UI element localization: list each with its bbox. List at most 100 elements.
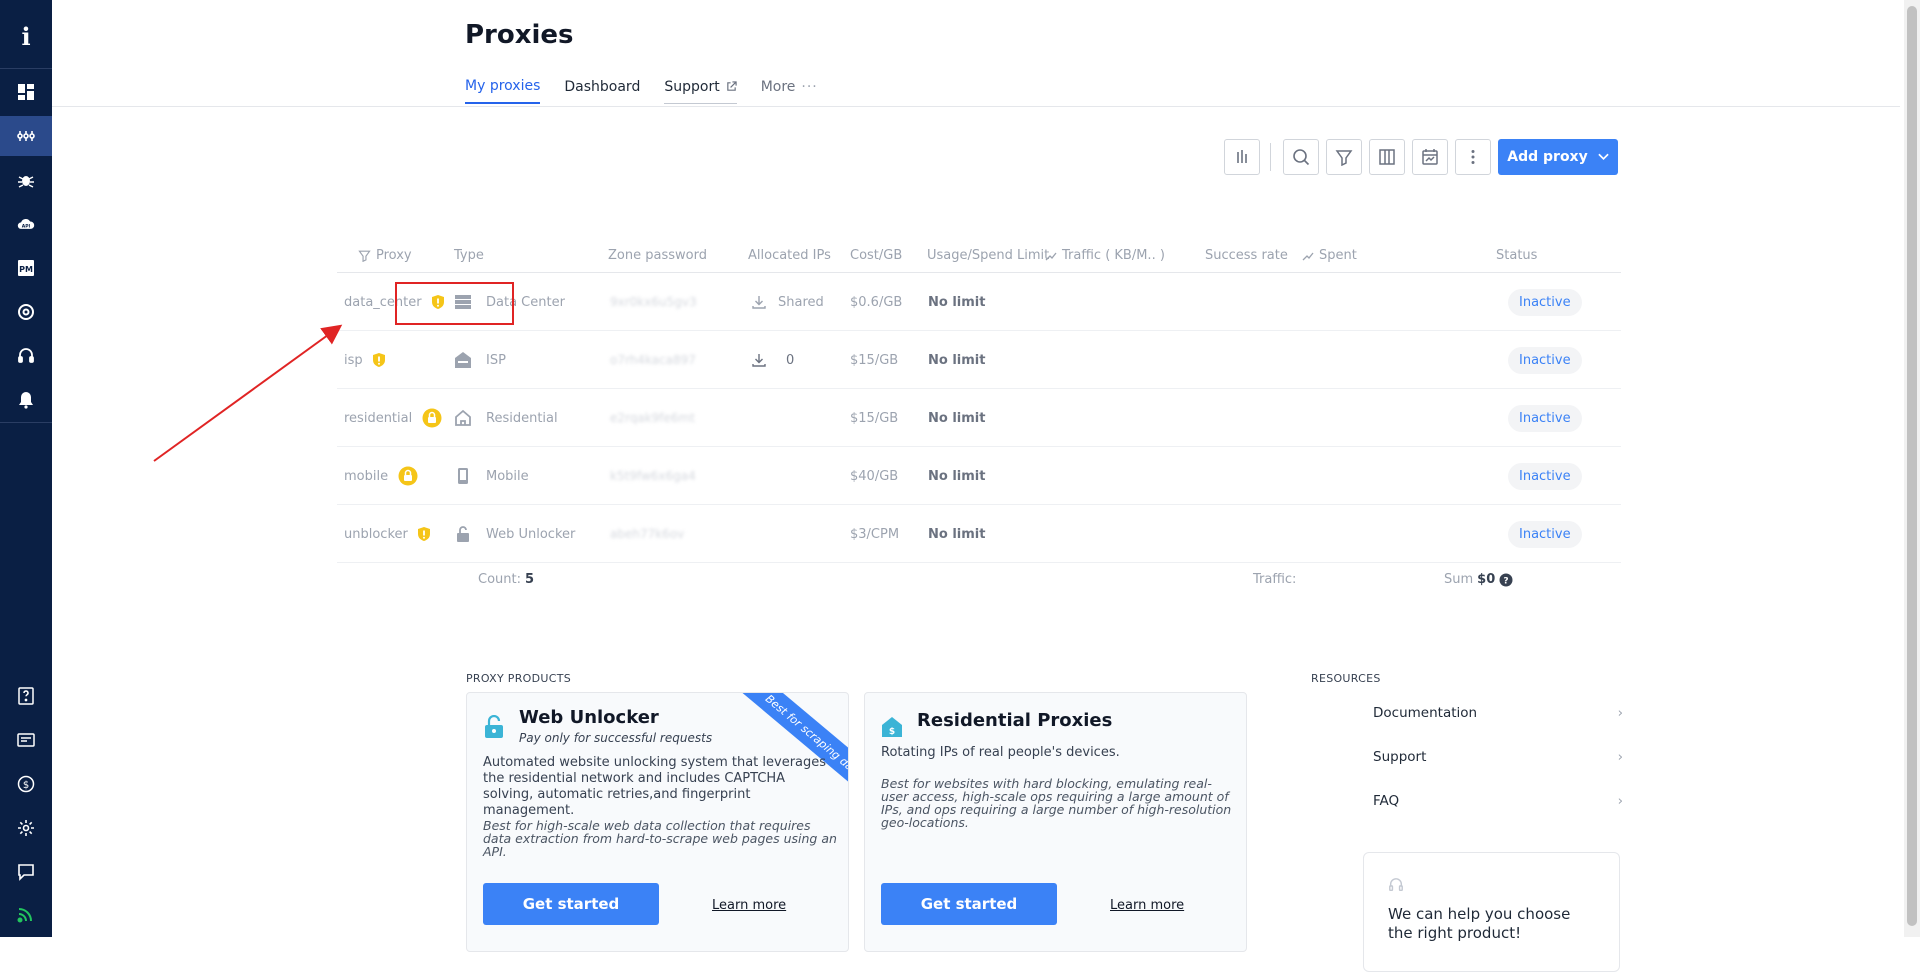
calendar-chart-icon[interactable]	[1412, 139, 1448, 175]
phone-icon	[458, 468, 468, 484]
support-icon[interactable]	[0, 336, 52, 376]
tab-support[interactable]: Support	[664, 78, 737, 104]
sum-summary: Sum $0 ?	[1444, 572, 1513, 587]
proxy-name-cell[interactable]: unblocker	[344, 505, 432, 563]
svg-text:$: $	[23, 780, 29, 791]
browser-icon[interactable]	[0, 292, 52, 332]
status-badge[interactable]: Inactive	[1508, 404, 1582, 432]
resource-support[interactable]: Support ›	[1373, 745, 1623, 769]
chevron-right-icon: ›	[1617, 705, 1623, 721]
get-started-button[interactable]: Get started	[881, 883, 1057, 925]
trend-icon	[1045, 252, 1057, 260]
chevron-right-icon: ›	[1617, 793, 1623, 809]
unlock-icon	[485, 715, 503, 738]
home-icon	[455, 409, 471, 426]
count-summary: Count: 5	[478, 572, 535, 587]
column-header-status: Status	[1496, 248, 1538, 263]
sidebar: i API PM $	[0, 0, 52, 937]
status-badge[interactable]: Inactive	[1508, 462, 1582, 490]
table-row[interactable]: residential Residential e2rqak9fe6mt $15…	[337, 389, 1621, 447]
tab-dashboard[interactable]: Dashboard	[564, 78, 640, 104]
table-row[interactable]: data_center Data Center 9xr0kx6u5gv3 Sha…	[337, 273, 1621, 331]
filter-icon[interactable]	[1326, 139, 1362, 175]
notifications-icon[interactable]	[0, 380, 52, 420]
zone-password[interactable]: abeh77k6ov	[610, 505, 684, 563]
logo-icon[interactable]: i	[0, 16, 52, 56]
svg-text:?: ?	[1504, 576, 1509, 586]
help-icon[interactable]	[0, 676, 52, 716]
warning-shield-icon	[417, 527, 430, 541]
section-resources: RESOURCES	[1311, 672, 1381, 685]
column-header-limit: Usage/Spend Limit	[927, 248, 1050, 263]
product-card-web-unlocker[interactable]: Web Unlocker Pay only for successful req…	[466, 692, 849, 952]
product-card-residential[interactable]: $ Residential Proxies Rotating IPs of re…	[864, 692, 1247, 952]
help-choose-card[interactable]: We can help you choose the right product…	[1363, 852, 1620, 972]
tab-my-proxies[interactable]: My proxies	[465, 78, 541, 104]
column-header-allocated-ips: Allocated IPs	[748, 248, 831, 263]
dollar-icon[interactable]: $	[0, 764, 52, 804]
table-row[interactable]: unblocker Web Unlocker abeh77k6ov $3/CPM…	[337, 505, 1621, 563]
svg-text:$: $	[889, 727, 895, 737]
lock-icon	[422, 408, 442, 428]
dashboard-icon[interactable]	[0, 72, 52, 112]
column-header-proxy[interactable]: Proxy	[358, 248, 412, 263]
resource-faq[interactable]: FAQ ›	[1373, 789, 1623, 813]
tab-more[interactable]: More ···	[761, 78, 818, 104]
warning-shield-icon	[372, 353, 385, 367]
chevron-down-icon	[1598, 153, 1609, 161]
annotation-highlight-box	[395, 282, 514, 325]
search-icon[interactable]	[1283, 139, 1319, 175]
proxy-name-cell[interactable]: isp	[344, 331, 387, 389]
chat-icon[interactable]	[0, 852, 52, 892]
learn-more-link[interactable]: Learn more	[712, 898, 786, 913]
api-icon[interactable]: API	[0, 204, 52, 244]
filter-icon	[358, 250, 371, 262]
ellipsis-icon: ···	[801, 79, 818, 95]
column-header-traffic[interactable]: Traffic ( KB/M.. )	[1045, 248, 1165, 263]
section-proxy-products: PROXY PRODUCTS	[466, 672, 572, 685]
table-row[interactable]: mobile Mobile k5t9fw6x6ga4 $40/GB No lim…	[337, 447, 1621, 505]
column-header-success-rate: Success rate	[1205, 248, 1288, 263]
scrollbar[interactable]	[1904, 0, 1920, 937]
learn-more-link[interactable]: Learn more	[1110, 898, 1184, 913]
zone-password[interactable]: o7rh4kaca897	[610, 331, 696, 389]
unlock-icon	[457, 526, 469, 542]
help-circle-icon[interactable]: ?	[1499, 573, 1513, 587]
zone-password[interactable]: e2rqak9fe6mt	[610, 389, 695, 447]
columns-icon[interactable]	[1369, 139, 1405, 175]
lock-icon	[398, 466, 418, 486]
get-started-button[interactable]: Get started	[483, 883, 659, 925]
proxies-icon[interactable]	[0, 116, 52, 156]
traffic-summary: Traffic:	[1253, 572, 1297, 587]
zone-password[interactable]: k5t9fw6x6ga4	[610, 447, 696, 505]
feed-icon[interactable]	[0, 894, 52, 934]
download-icon	[752, 296, 766, 309]
more-vertical-icon[interactable]	[1455, 139, 1491, 175]
resource-documentation[interactable]: Documentation ›	[1373, 701, 1623, 725]
status-badge[interactable]: Inactive	[1508, 288, 1582, 316]
column-header-spent[interactable]: Spent	[1302, 248, 1357, 263]
residential-home-icon: $	[882, 717, 902, 737]
proxy-name-cell[interactable]: residential	[344, 389, 442, 447]
download-icon	[752, 354, 766, 367]
main-content: Proxies My proxies Dashboard Support Mor…	[52, 0, 1900, 972]
svg-text:PM: PM	[19, 265, 33, 274]
svg-text:API: API	[22, 223, 31, 229]
proxy-manager-icon[interactable]: PM	[0, 248, 52, 288]
page-title: Proxies	[465, 20, 574, 50]
zone-password[interactable]: 9xr0kx6u5gv3	[610, 273, 697, 331]
bar-chart-icon[interactable]	[1224, 139, 1260, 175]
billing-icon[interactable]	[0, 720, 52, 760]
column-header-cost: Cost/GB	[850, 248, 903, 263]
status-badge[interactable]: Inactive	[1508, 520, 1582, 548]
trend-icon	[1302, 252, 1314, 260]
chevron-right-icon: ›	[1617, 749, 1623, 765]
table-row[interactable]: isp ISP o7rh4kaca897 0 $15/GB No limit I…	[337, 331, 1621, 389]
scrollbar-thumb[interactable]	[1907, 6, 1917, 926]
status-badge[interactable]: Inactive	[1508, 346, 1582, 374]
settings-icon[interactable]	[0, 808, 52, 848]
proxy-name-cell[interactable]: mobile	[344, 447, 418, 505]
add-proxy-button[interactable]: Add proxy	[1498, 139, 1618, 175]
scraper-icon[interactable]	[0, 160, 52, 200]
header-divider	[52, 106, 1900, 107]
